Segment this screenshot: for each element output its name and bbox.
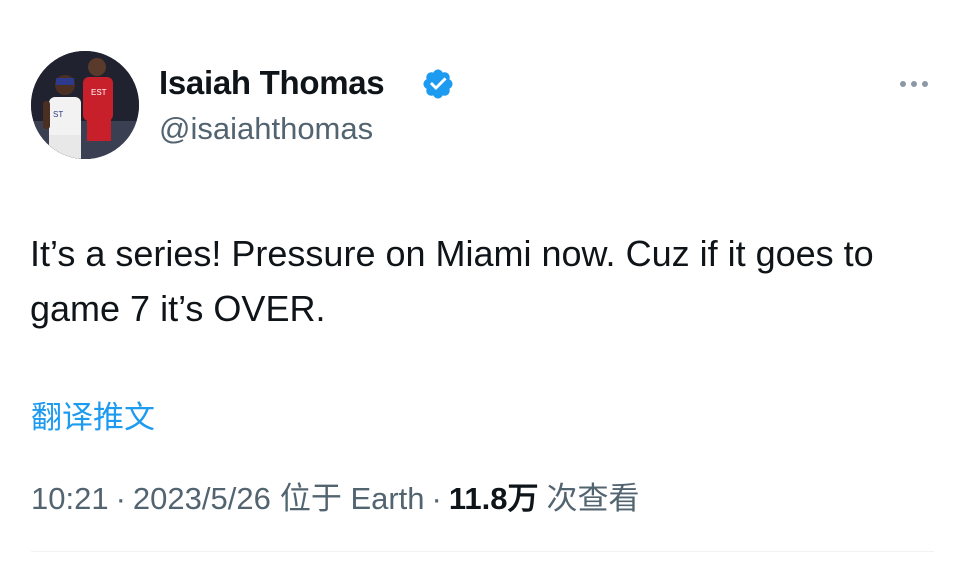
tweet-text: It’s a series! Pressure on Miami now. Cu… xyxy=(30,233,874,329)
svg-text:ST: ST xyxy=(53,110,63,119)
meta-separator: · xyxy=(431,481,442,516)
views-label: 次查看 xyxy=(546,481,640,516)
verified-badge-icon xyxy=(423,69,453,99)
more-dots-icon xyxy=(900,81,906,87)
tweet-date[interactable]: 2023/5/26 xyxy=(133,478,271,520)
translate-tweet-link[interactable]: 翻译推文 xyxy=(31,398,155,438)
tweet-location: 位于 Earth xyxy=(279,481,425,516)
svg-text:EST: EST xyxy=(91,88,107,97)
meta-separator: · xyxy=(115,481,126,516)
tweet-time[interactable]: 10:21 xyxy=(31,478,109,520)
author-avatar[interactable]: EST ST xyxy=(31,51,139,159)
views-count: 11.8万 xyxy=(448,481,539,516)
author-display-name[interactable]: Isaiah Thomas xyxy=(159,63,385,103)
more-dot xyxy=(911,81,917,87)
more-options-button[interactable] xyxy=(892,70,936,98)
author-handle[interactable]: @isaiahthomas xyxy=(159,110,373,148)
avatar-photo-icon: EST ST xyxy=(31,51,139,159)
tweet-card: EST ST Isaiah Thomas @isaiahthomas It’s … xyxy=(0,0,964,568)
more-dot xyxy=(922,81,928,87)
tweet-meta: 10:21 · 2023/5/26 位于 Earth · 11.8万 次查看 xyxy=(31,478,640,520)
divider xyxy=(31,551,934,552)
